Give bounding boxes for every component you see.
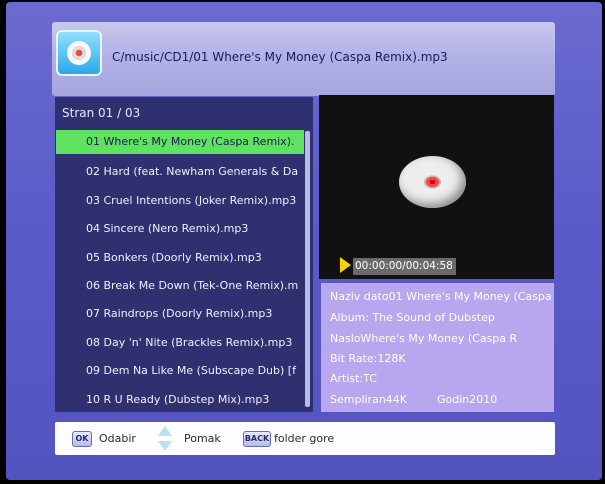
file-list-item[interactable]: 04 Sincere (Nero Remix).mp3 (56, 215, 304, 243)
info-year: Godin2010 (437, 393, 498, 406)
info-sample-rate: Sempliran44K (330, 393, 408, 406)
list-scrollbar[interactable] (305, 131, 310, 407)
music-folder-icon (56, 30, 102, 76)
info-bitrate: Bit Rate:128K (330, 352, 406, 365)
play-icon (340, 257, 351, 273)
file-list-item[interactable]: 08 Day 'n' Nite (Brackles Remix).mp3 (56, 329, 304, 357)
file-list-item[interactable]: 03 Cruel Intentions (Joker Remix).mp3 (56, 187, 304, 215)
page-indicator: Stran 01 / 03 (62, 106, 141, 120)
file-list-item[interactable]: 09 Dem Na Like Me (Subscape Dub) [f (56, 357, 304, 385)
info-artist: Artist:TC (330, 372, 377, 385)
ok-key-icon[interactable]: OK (72, 431, 92, 447)
back-hint-label: folder gore (274, 432, 335, 445)
playback-time: 00:00:00/00:04:58 (353, 258, 456, 275)
file-list: 01 Where's My Money (Caspa Remix). 02 Ha… (56, 130, 304, 414)
file-list-item[interactable]: 10 R U Ready (Dubstep Mix).mp3 (56, 386, 304, 414)
cd-disc-icon (399, 156, 466, 208)
file-list-item[interactable]: 06 Break Me Down (Tek-One Remix).m (56, 272, 304, 300)
file-list-item[interactable]: 05 Bonkers (Doorly Remix).mp3 (56, 244, 304, 272)
ok-hint-label: Odabir (99, 432, 136, 445)
info-album: Album: The Sound of Dubstep (330, 311, 495, 324)
up-down-arrows-icon (158, 426, 172, 451)
disc-icon (67, 41, 91, 65)
info-file-name: Naziv dato01 Where's My Money (Caspa (330, 290, 552, 303)
back-key-icon[interactable]: BACK (243, 431, 271, 447)
file-list-item[interactable]: 07 Raindrops (Doorly Remix).mp3 (56, 300, 304, 328)
file-list-item[interactable]: 02 Hard (feat. Newham Generals & Da (56, 158, 304, 186)
current-file-path: C/music/CD1/01 Where's My Money (Caspa R… (112, 50, 448, 64)
info-title: NasloWhere's My Money (Caspa R (330, 332, 518, 345)
move-hint-label: Pomak (184, 432, 221, 445)
file-list-item[interactable]: 01 Where's My Money (Caspa Remix). (56, 130, 304, 154)
